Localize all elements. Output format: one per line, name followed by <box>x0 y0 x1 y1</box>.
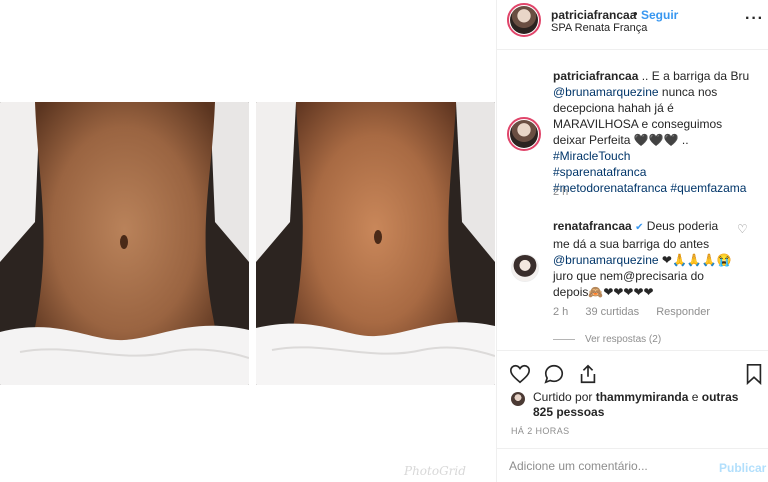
liked-by-text: Curtido por thammymiranda e outras 825 p… <box>511 390 761 420</box>
separator-dot: • <box>633 6 638 21</box>
liker-avatar[interactable] <box>511 392 525 406</box>
post-side-panel: patriciafrancaa • Seguir SPA Renata Fran… <box>496 0 768 482</box>
liked-by: Curtido por thammymiranda e outras 825 p… <box>511 390 761 420</box>
commenter-avatar[interactable] <box>511 254 539 282</box>
hashtag-quemfazama[interactable]: #quemfazama <box>670 181 746 195</box>
post-photo-area[interactable]: PhotoGrid <box>0 0 496 482</box>
author-avatar[interactable] <box>507 3 541 37</box>
post-timestamp[interactable]: HÁ 2 HORAS <box>511 426 570 436</box>
save-bookmark-icon[interactable] <box>743 363 765 386</box>
commenter-username[interactable]: renatafrancaa <box>553 219 632 233</box>
caption-time[interactable]: 2 h <box>553 186 568 198</box>
reply-button[interactable]: Responder <box>656 306 710 318</box>
caption-mention[interactable]: @brunamarquezine <box>553 85 659 99</box>
caption-hearts: 🖤🖤🖤 <box>633 133 679 147</box>
before-photo <box>0 102 249 385</box>
view-replies-label[interactable]: Ver respostas (2) <box>585 334 661 345</box>
comment-time[interactable]: 2 h <box>553 306 568 318</box>
author-username[interactable]: patriciafrancaa <box>551 8 636 22</box>
liked-by-conjunction: e <box>688 390 702 404</box>
liker-username[interactable]: thammymiranda <box>596 390 689 404</box>
follow-button[interactable]: Seguir <box>641 8 678 22</box>
comment-like-heart-icon[interactable]: ♡ <box>737 222 748 236</box>
caption-username[interactable]: patriciafrancaa <box>553 69 638 83</box>
comment-meta: 2 h 39 curtidas Responder <box>553 306 724 318</box>
caption-text: patriciafrancaa .. E a barriga da Bru @b… <box>553 68 753 196</box>
replies-line <box>553 338 575 340</box>
caption-author-avatar[interactable] <box>507 117 541 151</box>
like-heart-icon[interactable] <box>509 363 531 385</box>
after-photo <box>256 102 495 385</box>
comment-input[interactable] <box>509 459 709 473</box>
hashtag-metodorenatafranca[interactable]: #metodorenatafranca <box>553 181 667 195</box>
liked-by-prefix: Curtido por <box>533 390 596 404</box>
hashtag-miracletouch[interactable]: #MiracleTouch <box>553 149 630 163</box>
comment-text: renatafrancaa ✔ Deus poderia me dá a sua… <box>553 218 735 300</box>
comment-bubble-icon[interactable] <box>543 363 565 385</box>
hashtag-sparenatafranca[interactable]: #sparenatafranca <box>553 165 646 179</box>
action-bar <box>497 350 768 394</box>
more-options-icon[interactable]: ··· <box>745 10 764 28</box>
comment-emoji: 🙈❤❤❤❤❤ <box>588 285 654 299</box>
share-icon[interactable] <box>577 363 599 385</box>
caption-text-part: .. E a barriga da Bru <box>638 69 750 83</box>
caption-text-part: .. <box>678 133 689 147</box>
post-header: patriciafrancaa • Seguir SPA Renata Fran… <box>497 0 768 50</box>
comment-likes[interactable]: 39 curtidas <box>585 306 639 318</box>
comment-mention[interactable]: @brunamarquezine <box>553 253 659 267</box>
comment-emoji: ❤🙏🙏🙏😭 <box>658 253 732 267</box>
comment-box: Publicar <box>497 448 768 482</box>
watermark: PhotoGrid <box>404 464 466 478</box>
publish-button[interactable]: Publicar <box>719 461 766 475</box>
view-replies[interactable]: Ver respostas (2) <box>553 334 661 345</box>
location-link[interactable]: SPA Renata França <box>551 22 647 34</box>
